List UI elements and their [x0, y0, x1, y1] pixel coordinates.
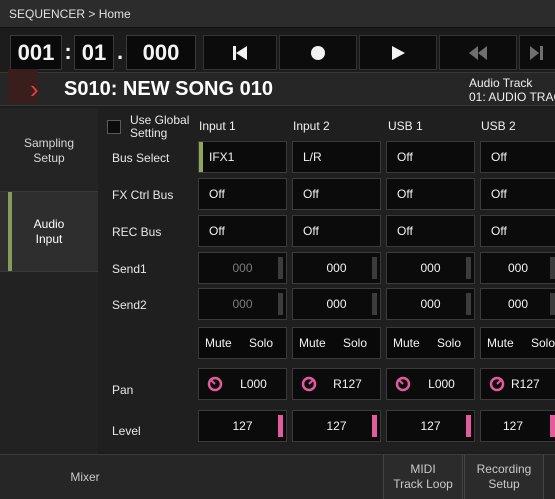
label-pan: Pan [112, 383, 134, 397]
pan-input1[interactable]: L000 [198, 368, 287, 400]
title-text: SEQUENCER > Home [9, 7, 131, 21]
rec-bus-input1[interactable]: Off [198, 215, 287, 247]
column-header-usb2: USB 2 [481, 119, 516, 133]
pan-usb2[interactable]: R127 [480, 368, 555, 400]
tab-label: Audio Input [33, 217, 65, 246]
song-row: › S010: NEW SONG 010 Audio Track 01: AUD… [0, 69, 555, 106]
tick-display[interactable]: 000 [126, 35, 196, 70]
mute-button[interactable]: Mute [299, 336, 326, 350]
play-icon [392, 45, 405, 60]
value-bar [466, 257, 471, 279]
solo-button[interactable]: Solo [343, 336, 367, 350]
send1-usb2[interactable]: 000 [480, 252, 555, 284]
locator-dot: . [116, 39, 124, 64]
value-bar [372, 293, 377, 315]
column-header-usb1: USB 1 [388, 119, 423, 133]
level-bar [278, 415, 283, 437]
solo-button[interactable]: Solo [437, 336, 461, 350]
tab-sampling-setup[interactable]: Sampling Setup [0, 108, 98, 192]
send1-usb1[interactable]: 000 [386, 252, 475, 284]
rec-bus-usb2[interactable]: Off [480, 215, 555, 247]
fx-ctrl-bus-input2[interactable]: Off [292, 178, 381, 210]
skip-back-icon [233, 45, 247, 60]
mute-solo-input1: Mute Solo [198, 327, 287, 359]
send1-input1[interactable]: 000 [198, 252, 287, 284]
label-bus-select: Bus Select [112, 151, 170, 165]
mute-solo-usb1: Mute Solo [386, 327, 475, 359]
send1-input2[interactable]: 000 [292, 252, 381, 284]
use-global-checkbox[interactable] [107, 120, 121, 134]
solo-button[interactable]: Solo [249, 336, 273, 350]
track-type-label: Audio Track [469, 76, 533, 90]
label-send1: Send1 [112, 262, 147, 276]
bus-select-usb1[interactable]: Off [386, 141, 475, 173]
mute-button[interactable]: Mute [487, 336, 514, 350]
level-bar [372, 415, 377, 437]
pan-knob-icon [489, 376, 505, 392]
tab-midi-track-loop[interactable]: MIDI Track Loop [383, 455, 463, 499]
chevron-right-icon: › [30, 74, 39, 104]
record-button[interactable] [279, 35, 357, 70]
pan-input2[interactable]: R127 [292, 368, 381, 400]
value-bar [550, 293, 555, 315]
rec-bus-usb1[interactable]: Off [386, 215, 475, 247]
locator-colon: : [64, 39, 72, 64]
rec-bus-input2[interactable]: Off [292, 215, 381, 247]
solo-button[interactable]: Solo [531, 336, 555, 350]
send2-input1[interactable]: 000 [198, 288, 287, 320]
level-usb2[interactable]: 127 [480, 410, 555, 442]
level-input1[interactable]: 127 [198, 410, 287, 442]
tab-mixer[interactable]: Mixer [40, 470, 130, 484]
level-bar [550, 415, 555, 437]
selected-indicator [199, 142, 203, 172]
title-bar: SEQUENCER > Home [0, 0, 555, 28]
mute-button[interactable]: Mute [393, 336, 420, 350]
level-input2[interactable]: 127 [292, 410, 381, 442]
mute-solo-input2: Mute Solo [292, 327, 381, 359]
value-bar [550, 257, 555, 279]
column-header-input2: Input 2 [293, 119, 330, 133]
fx-ctrl-bus-usb2[interactable]: Off [480, 178, 555, 210]
pan-usb1[interactable]: L000 [386, 368, 475, 400]
bus-select-usb2[interactable]: Off [480, 141, 555, 173]
record-icon [311, 45, 325, 60]
fast-forward-button[interactable] [519, 35, 555, 70]
label-fx-ctrl-bus: FX Ctrl Bus [112, 188, 174, 202]
rewind-icon [469, 45, 487, 60]
song-name[interactable]: S010: NEW SONG 010 [64, 78, 273, 101]
send2-input2[interactable]: 000 [292, 288, 381, 320]
beat-display[interactable]: 01 [74, 35, 114, 70]
send2-usb1[interactable]: 000 [386, 288, 475, 320]
tab-label: Sampling Setup [23, 136, 75, 165]
value-bar [372, 257, 377, 279]
play-button[interactable] [359, 35, 437, 70]
label-send2: Send2 [112, 298, 147, 312]
mute-solo-usb2: Mute Solo [480, 327, 555, 359]
bus-select-input2[interactable]: L/R [292, 141, 381, 173]
fast-rewind-button[interactable] [439, 35, 517, 70]
fx-ctrl-bus-input1[interactable]: Off [198, 178, 287, 210]
send2-usb2[interactable]: 000 [480, 288, 555, 320]
label-rec-bus: REC Bus [112, 225, 162, 239]
label-level: Level [112, 424, 141, 438]
column-header-input1: Input 1 [199, 119, 236, 133]
rewind-to-start-button[interactable] [203, 35, 277, 70]
level-usb1[interactable]: 127 [386, 410, 475, 442]
measure-display[interactable]: 001 [10, 35, 62, 70]
forward-icon [530, 45, 543, 60]
use-global-label: Use Global Setting [130, 113, 190, 140]
mute-button[interactable]: Mute [205, 336, 232, 350]
fx-ctrl-bus-usb1[interactable]: Off [386, 178, 475, 210]
tab-audio-input[interactable]: Audio Input [0, 192, 98, 272]
bus-select-input1[interactable]: IFX1 [198, 141, 287, 173]
track-name-label[interactable]: 01: AUDIO TRAC [469, 90, 555, 104]
value-bar [466, 293, 471, 315]
level-bar [466, 415, 471, 437]
value-bar [278, 293, 283, 315]
value-bar [278, 257, 283, 279]
tab-recording-setup[interactable]: Recording Setup [464, 455, 544, 499]
